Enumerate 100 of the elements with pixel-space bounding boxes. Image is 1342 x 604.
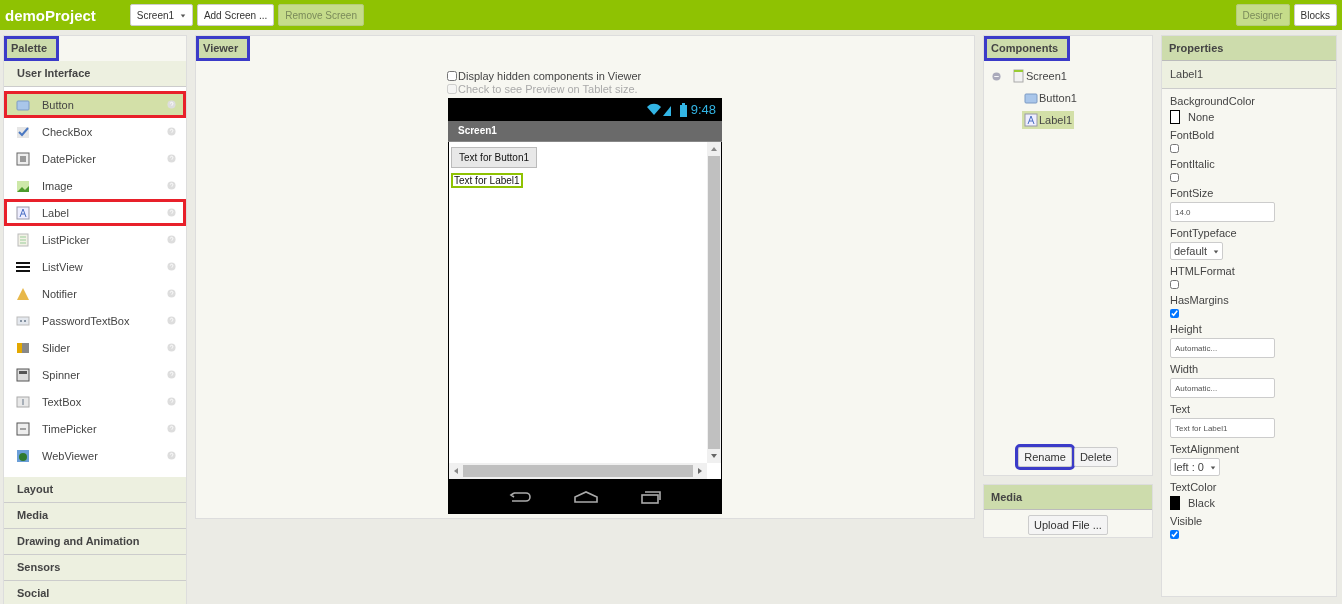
component-icon <box>1024 113 1038 127</box>
caret-icon <box>1213 249 1220 256</box>
component-icon <box>16 367 30 382</box>
property-name: FontItalic <box>1170 158 1215 170</box>
horizontal-scrollbar[interactable] <box>449 463 707 479</box>
caret-icon <box>1210 465 1217 472</box>
component-icon <box>16 421 30 436</box>
palette-item[interactable]: DatePicker <box>4 145 186 172</box>
property-field[interactable]: 14.0 <box>1170 202 1275 222</box>
palette-item[interactable]: TextBox <box>4 388 186 415</box>
property-checkbox[interactable] <box>1170 530 1179 539</box>
component-icon <box>16 286 30 301</box>
preview-label[interactable]: Text for Label1 <box>451 173 523 188</box>
component-icon <box>16 232 30 247</box>
palette-category[interactable]: Sensors <box>4 555 186 581</box>
component-icon <box>1024 91 1038 105</box>
home-icon[interactable] <box>573 489 599 504</box>
property-dropdown[interactable]: left : 0 <box>1170 458 1221 476</box>
scroll-left-icon[interactable] <box>452 467 460 475</box>
help-icon[interactable] <box>167 208 176 217</box>
checkbox[interactable] <box>447 70 457 81</box>
upload-file-button[interactable]: Upload File ... <box>1028 515 1108 535</box>
back-icon[interactable] <box>508 489 533 504</box>
palette-item[interactable]: Button <box>4 91 186 118</box>
property-dropdown[interactable]: default <box>1170 242 1224 260</box>
property-checkbox[interactable] <box>1170 309 1179 318</box>
help-icon[interactable] <box>167 289 176 298</box>
palette-item[interactable]: WebViewer <box>4 442 186 469</box>
component-icon <box>16 205 30 220</box>
help-icon[interactable] <box>167 262 176 271</box>
palette-item[interactable]: ListView <box>4 253 186 280</box>
color-swatch[interactable] <box>1170 496 1180 510</box>
component-icon <box>16 151 30 166</box>
property-name: Text <box>1170 403 1191 415</box>
caret-icon <box>179 12 186 19</box>
help-icon[interactable] <box>167 154 176 163</box>
vertical-scrollbar[interactable] <box>707 142 721 463</box>
help-icon[interactable] <box>167 181 176 190</box>
palette-item[interactable]: Spinner <box>4 361 186 388</box>
property-name: Height <box>1170 323 1202 335</box>
help-icon[interactable] <box>167 451 176 460</box>
screen-title-bar: Screen1 <box>448 121 722 142</box>
component-icon <box>16 340 30 355</box>
battery-icon <box>679 102 687 117</box>
preview-button[interactable]: Text for Button1 <box>451 147 538 168</box>
palette-item[interactable]: Label <box>4 199 186 226</box>
component-action-button[interactable]: Delete <box>1073 447 1118 467</box>
palette-category[interactable]: User Interface <box>4 61 186 87</box>
color-swatch[interactable] <box>1170 110 1180 124</box>
component-icon <box>16 259 30 274</box>
property-checkbox[interactable] <box>1170 280 1179 289</box>
mode-button[interactable]: Blocks <box>1293 4 1337 26</box>
collapse-icon[interactable] <box>992 71 1001 81</box>
palette-item[interactable]: CheckBox <box>4 118 186 145</box>
status-time: 9:48 <box>690 102 716 117</box>
property-checkbox[interactable] <box>1170 144 1179 153</box>
property-name: FontTypeface <box>1170 227 1237 239</box>
help-icon[interactable] <box>167 316 176 325</box>
help-icon[interactable] <box>167 370 176 379</box>
tree-item[interactable]: Button1 <box>1022 89 1079 107</box>
panel-header: Media <box>984 485 1152 510</box>
property-field[interactable]: Automatic... <box>1170 338 1275 358</box>
property-name: Width <box>1170 363 1199 375</box>
palette-item[interactable]: Notifier <box>4 280 186 307</box>
palette-item[interactable]: PasswordTextBox <box>4 307 186 334</box>
property-checkbox[interactable] <box>1170 173 1179 182</box>
component-icon <box>16 313 30 328</box>
screen-button[interactable]: Add Screen ... <box>196 4 275 26</box>
help-icon[interactable] <box>167 100 176 109</box>
selected-component-name: Label1 <box>1162 61 1336 89</box>
palette-category[interactable]: Layout <box>4 477 186 503</box>
scroll-up-icon[interactable] <box>710 145 718 153</box>
palette-item[interactable]: TimePicker <box>4 415 186 442</box>
color-value[interactable]: Black <box>1188 497 1215 509</box>
tree-item[interactable]: Screen1 <box>1009 67 1069 85</box>
property-name: HasMargins <box>1170 294 1229 306</box>
property-name: HTMLFormat <box>1170 265 1235 277</box>
property-field[interactable]: Text for Label1 <box>1170 418 1275 438</box>
palette-category[interactable]: Social <box>4 581 186 604</box>
palette-category[interactable]: Media <box>4 503 186 529</box>
tree-item[interactable]: Label1 <box>1022 111 1075 129</box>
help-icon[interactable] <box>167 424 176 433</box>
recents-icon[interactable] <box>639 489 662 504</box>
palette-item[interactable]: ListPicker <box>4 226 186 253</box>
palette-item[interactable]: Image <box>4 172 186 199</box>
help-icon[interactable] <box>167 235 176 244</box>
help-icon[interactable] <box>167 127 176 136</box>
property-field[interactable]: Automatic... <box>1170 378 1275 398</box>
component-action-button[interactable]: Rename <box>1018 447 1072 467</box>
palette-item[interactable]: Slider <box>4 334 186 361</box>
component-icon <box>16 448 30 463</box>
panel-header: Viewer <box>196 36 251 61</box>
palette-category[interactable]: Drawing and Animation <box>4 529 186 555</box>
project-name: demoProject <box>5 6 96 24</box>
scroll-down-icon[interactable] <box>710 452 718 460</box>
color-value[interactable]: None <box>1188 111 1215 123</box>
scroll-right-icon[interactable] <box>696 467 704 475</box>
help-icon[interactable] <box>167 343 176 352</box>
screen-dropdown[interactable]: Screen1 <box>129 4 193 26</box>
help-icon[interactable] <box>167 397 176 406</box>
